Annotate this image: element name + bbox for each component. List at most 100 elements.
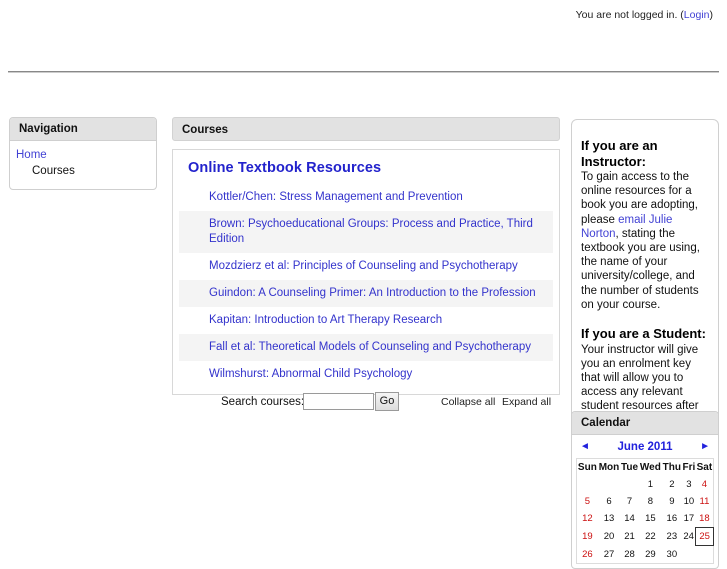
table-row[interactable]: Brown: Psychoeducational Groups: Process… — [179, 211, 553, 253]
calendar-day[interactable]: 9 — [662, 493, 682, 510]
prev-month-arrow-icon[interactable]: ◄ — [580, 442, 590, 452]
navigation-block-title: Navigation — [10, 118, 156, 141]
next-month-arrow-icon[interactable]: ► — [700, 442, 710, 452]
calendar-block-body: ◄ June 2011 ► Sun Mon Tue Wed Thu Fri Sa… — [572, 435, 718, 568]
search-courses-row: Search courses: Go Collapse all Expand a… — [172, 392, 560, 416]
calendar-day[interactable]: 18 — [696, 510, 714, 528]
course-link[interactable]: Guindon: A Counseling Primer: An Introdu… — [209, 287, 536, 299]
table-row[interactable]: Guindon: A Counseling Primer: An Introdu… — [179, 280, 553, 307]
calendar-day[interactable]: 22 — [639, 528, 662, 546]
calendar-day-empty — [696, 546, 714, 564]
calendar-week-row: 12 13 14 15 16 17 18 — [577, 510, 714, 528]
calendar-nav: ◄ June 2011 ► — [576, 439, 714, 458]
course-category-title-text: Online Textbook Resources — [188, 160, 382, 176]
calendar-day[interactable]: 12 — [577, 510, 598, 528]
calendar-day[interactable]: 28 — [620, 546, 639, 564]
calendar-day[interactable]: 14 — [620, 510, 639, 528]
table-row[interactable]: Mozdzierz et al: Principles of Counselin… — [179, 253, 553, 280]
calendar-day[interactable]: 30 — [662, 546, 682, 564]
calendar-day[interactable]: 8 — [639, 493, 662, 510]
calendar-day[interactable]: 26 — [577, 546, 598, 564]
calendar-day[interactable]: 20 — [598, 528, 621, 546]
course-link[interactable]: Mozdzierz et al: Principles of Counselin… — [209, 260, 518, 272]
page-header: You are not logged in. (Login) — [0, 0, 727, 74]
calendar-day[interactable]: 4 — [696, 476, 714, 493]
calendar-week-row: 26 27 28 29 30 — [577, 546, 714, 564]
search-input[interactable] — [303, 393, 374, 410]
login-link[interactable]: Login — [684, 9, 710, 21]
calendar-body: 1 2 3 4 5 6 7 8 9 10 11 12 13 14 15 16 17 18 19 20 21 22 23 24 2… — [577, 476, 714, 564]
calendar-header-row: Sun Mon Tue Wed Thu Fri Sat — [577, 459, 714, 477]
table-row[interactable]: Kottler/Chen: Stress Management and Prev… — [179, 184, 553, 211]
calendar-month-label[interactable]: June 2011 — [618, 441, 673, 453]
calendar-day[interactable]: 13 — [598, 510, 621, 528]
instructor-text-part2: , stating the textbook you are using, th… — [581, 227, 700, 311]
sidebar-item-home[interactable]: Home — [16, 147, 150, 163]
course-link[interactable]: Kapitan: Introduction to Art Therapy Res… — [209, 314, 442, 326]
calendar-day[interactable]: 17 — [682, 510, 696, 528]
course-link[interactable]: Kottler/Chen: Stress Management and Prev… — [209, 191, 463, 203]
header-divider — [8, 71, 719, 73]
calendar-day[interactable]: 15 — [639, 510, 662, 528]
calendar-day-empty — [682, 546, 696, 564]
page-title: Courses — [172, 117, 560, 141]
calendar-week-row: 1234 — [577, 476, 714, 493]
calendar-week-row: 19 20 21 22 23 24 25 — [577, 527, 714, 546]
sidebar-item-home-link[interactable]: Home — [16, 149, 47, 161]
login-status: You are not logged in. (Login) — [576, 9, 713, 21]
instructor-student-info-body: If you are an Instructor: To gain access… — [572, 120, 718, 452]
calendar-week-row: 5 6 7 8 9 10 11 — [577, 493, 714, 510]
calendar-day[interactable]: 16 — [662, 510, 682, 528]
instructor-text: To gain access to the online resources f… — [581, 170, 709, 312]
calendar-day[interactable]: 7 — [620, 493, 639, 510]
instructor-heading: If you are an Instructor: — [581, 138, 658, 169]
calendar-block: Calendar ◄ June 2011 ► Sun Mon Tue Wed T… — [571, 411, 719, 569]
collapse-all-link[interactable]: Collapse all — [441, 396, 495, 408]
calendar-table: Sun Mon Tue Wed Thu Fri Sat 1 2 3 4 5 6 7 8 9 10 1… — [576, 458, 714, 564]
calendar-weekday-thu: Thu — [662, 462, 681, 473]
calendar-day-empty — [620, 476, 639, 493]
calendar-day[interactable]: 3 — [682, 476, 696, 493]
courses-region: Courses Online Textbook Resources Kottle… — [172, 117, 560, 395]
calendar-day[interactable]: 23 — [662, 528, 682, 546]
course-link[interactable]: Wilmshurst: Abnormal Child Psychology — [209, 368, 412, 380]
calendar-day[interactable]: 6 — [598, 493, 621, 510]
table-row[interactable]: Kapitan: Introduction to Art Therapy Res… — [179, 307, 553, 334]
instructor-student-info-block: If you are an Instructor: To gain access… — [571, 119, 719, 453]
course-link[interactable]: Fall et al: Theoretical Models of Counse… — [209, 341, 531, 353]
expand-all-link[interactable]: Expand all — [502, 396, 551, 408]
course-link[interactable]: Brown: Psychoeducational Groups: Process… — [209, 218, 533, 245]
calendar-weekday-mon: Mon — [598, 462, 620, 473]
login-status-text-end: ) — [709, 9, 714, 21]
course-category-title[interactable]: Online Textbook Resources — [179, 158, 553, 184]
table-row[interactable]: Fall et al: Theoretical Models of Counse… — [179, 334, 553, 361]
calendar-weekday-fri: Fri — [682, 462, 696, 473]
course-category-box: Online Textbook Resources Kottler/Chen: … — [172, 149, 560, 395]
calendar-day[interactable]: 24 — [682, 528, 696, 546]
calendar-weekday-sat: Sat — [696, 462, 713, 473]
calendar-day[interactable]: 11 — [696, 493, 714, 510]
calendar-day-empty — [577, 476, 598, 493]
navigation-block: Navigation Home Courses — [9, 117, 157, 190]
calendar-day[interactable]: 19 — [577, 528, 598, 546]
calendar-day[interactable]: 1 — [639, 476, 662, 493]
calendar-day[interactable]: 2 — [662, 476, 682, 493]
calendar-day[interactable]: 29 — [639, 546, 662, 564]
calendar-weekday-sun: Sun — [577, 462, 597, 473]
search-go-button[interactable]: Go — [375, 392, 399, 411]
calendar-day[interactable]: 21 — [620, 528, 639, 546]
calendar-day-empty — [598, 476, 621, 493]
student-heading: If you are a Student: — [581, 326, 706, 342]
calendar-weekday-wed: Wed — [639, 462, 661, 473]
calendar-day-today[interactable]: 25 — [695, 527, 714, 546]
calendar-day[interactable]: 10 — [682, 493, 696, 510]
calendar-block-title: Calendar — [572, 412, 718, 435]
sidebar-item-courses: Courses — [32, 165, 75, 177]
search-label: Search courses: — [221, 396, 305, 408]
calendar-day[interactable]: 5 — [577, 493, 598, 510]
calendar-day[interactable]: 27 — [598, 546, 621, 564]
calendar-weekday-tue: Tue — [621, 462, 639, 473]
table-row[interactable]: Wilmshurst: Abnormal Child Psychology — [179, 361, 553, 388]
login-status-text: You are not logged in. ( — [575, 9, 684, 21]
